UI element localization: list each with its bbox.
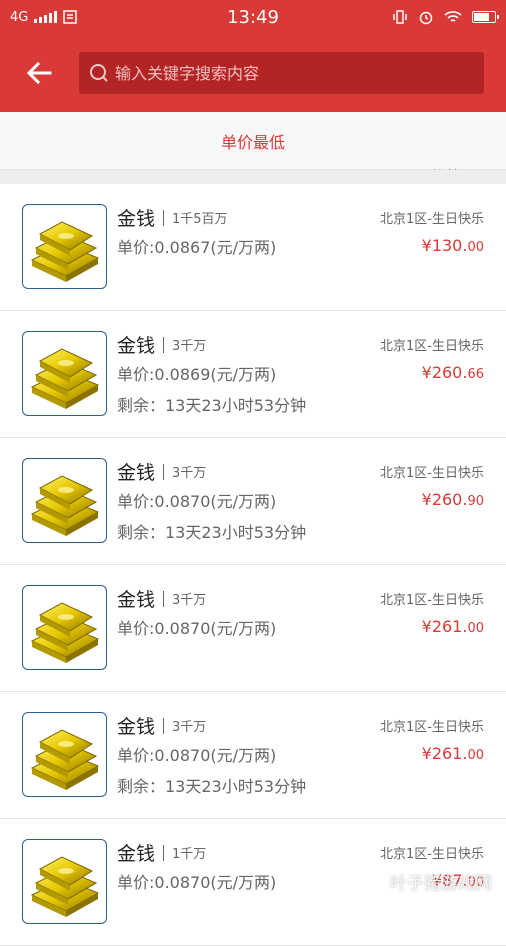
gold-bars-image [22, 585, 107, 670]
item-server: 北京1区-生日快乐 [380, 589, 484, 608]
gold-bars-icon [26, 720, 104, 790]
item-unit-price: 单价:0.0870(元/万两) [117, 488, 276, 512]
separator [163, 845, 164, 861]
title-row: 金钱 3千万 [117, 585, 206, 612]
item-price: ¥261.00 [422, 617, 484, 636]
sort-lowest-label: 单价最低 [221, 129, 285, 153]
signal-icon [34, 11, 57, 23]
divider [0, 170, 506, 184]
item-quantity: 3千万 [172, 589, 206, 608]
item-quantity: 1千万 [172, 843, 206, 862]
item-price: ¥261.00 [422, 744, 484, 763]
alarm-icon [418, 9, 434, 25]
item-unit-price: 单价:0.0867(元/万两) [117, 234, 276, 258]
battery-icon [472, 11, 496, 23]
price-cents: 00 [467, 240, 484, 255]
item-quantity: 3千万 [172, 335, 206, 354]
separator [163, 591, 164, 607]
price-cents: 90 [467, 494, 484, 509]
item-price: ¥260.66 [422, 363, 484, 382]
clock: 13:49 [227, 7, 279, 28]
list-item[interactable]: 金钱 1千5百万 北京1区-生日快乐 单价:0.0867(元/万两) ¥130.… [0, 184, 506, 311]
list-item[interactable]: 金钱 3千万 北京1区-生日快乐 单价:0.0870(元/万两) ¥261.00… [0, 692, 506, 819]
separator [163, 464, 164, 480]
watermark: 叶子猪游戏网 [390, 869, 492, 894]
item-unit-price: 单价:0.0870(元/万两) [117, 615, 276, 639]
separator [163, 210, 164, 226]
title-row: 金钱 3千万 [117, 331, 206, 358]
item-server: 北京1区-生日快乐 [380, 843, 484, 862]
back-arrow-icon [26, 61, 52, 85]
gold-bars-image [22, 712, 107, 797]
item-price: ¥260.90 [422, 490, 484, 509]
gold-bars-icon [26, 212, 104, 282]
item-quantity: 1千5百万 [172, 208, 228, 227]
search-input[interactable] [115, 64, 475, 83]
price-main: ¥261. [422, 744, 468, 763]
sort-lowest-unit-price[interactable]: 单价最低 [0, 112, 506, 169]
item-name: 金钱 [117, 712, 155, 739]
item-name: 金钱 [117, 204, 155, 231]
item-name: 金钱 [117, 585, 155, 612]
price-main: ¥130. [422, 236, 468, 255]
gold-bars-image [22, 839, 107, 924]
search-box[interactable] [79, 52, 484, 94]
price-main: ¥260. [422, 363, 468, 382]
gold-bars-icon [26, 593, 104, 663]
list-item[interactable]: 金钱 3千万 北京1区-生日快乐 单价:0.0870(元/万两) ¥260.90… [0, 438, 506, 565]
separator [163, 337, 164, 353]
list-item[interactable]: 金钱 3千万 北京1区-生日快乐 单价:0.0870(元/万两) ¥261.00 [0, 565, 506, 692]
back-button[interactable] [0, 34, 78, 112]
gold-bars-icon [26, 339, 104, 409]
item-server: 北京1区-生日快乐 [380, 208, 484, 227]
item-server: 北京1区-生日快乐 [380, 462, 484, 481]
gold-bars-image [22, 458, 107, 543]
network-type: 4G [10, 10, 28, 25]
item-quantity: 3千万 [172, 462, 206, 481]
item-quantity: 3千万 [172, 716, 206, 735]
item-unit-price: 单价:0.0869(元/万两) [117, 361, 276, 385]
item-server: 北京1区-生日快乐 [380, 716, 484, 735]
item-unit-price: 单价:0.0870(元/万两) [117, 869, 276, 893]
search-icon [89, 63, 109, 83]
item-name: 金钱 [117, 331, 155, 358]
item-remaining-time: 剩余：13天23小时53分钟 [117, 519, 306, 543]
wifi-icon [444, 10, 462, 24]
listing-list: 金钱 1千5百万 北京1区-生日快乐 单价:0.0867(元/万两) ¥130.… [0, 184, 506, 946]
item-unit-price: 单价:0.0870(元/万两) [117, 742, 276, 766]
gold-bars-image [22, 331, 107, 416]
sim-icon [63, 10, 77, 24]
app-bar [0, 34, 506, 112]
item-remaining-time: 剩余：13天23小时53分钟 [117, 773, 306, 797]
price-main: ¥261. [422, 617, 468, 636]
item-price: ¥130.00 [422, 236, 484, 255]
item-remaining-time: 剩余：13天23小时53分钟 [117, 392, 306, 416]
list-item[interactable]: 金钱 3千万 北京1区-生日快乐 单价:0.0869(元/万两) ¥260.66… [0, 311, 506, 438]
price-cents: 00 [467, 621, 484, 636]
price-cents: 66 [467, 367, 484, 382]
item-name: 金钱 [117, 839, 155, 866]
status-bar: 4G 13:49 [0, 0, 506, 34]
title-row: 金钱 3千万 [117, 458, 206, 485]
sort-bar: 单价最低 价格 [0, 112, 506, 170]
gold-bars-image [22, 204, 107, 289]
title-row: 金钱 1千万 [117, 839, 206, 866]
gold-bars-icon [26, 466, 104, 536]
item-server: 北京1区-生日快乐 [380, 335, 484, 354]
price-main: ¥260. [422, 490, 468, 509]
title-row: 金钱 3千万 [117, 712, 206, 739]
price-cents: 00 [467, 748, 484, 763]
vibrate-icon [392, 9, 408, 25]
gold-bars-icon [26, 847, 104, 917]
title-row: 金钱 1千5百万 [117, 204, 228, 231]
separator [163, 718, 164, 734]
item-name: 金钱 [117, 458, 155, 485]
